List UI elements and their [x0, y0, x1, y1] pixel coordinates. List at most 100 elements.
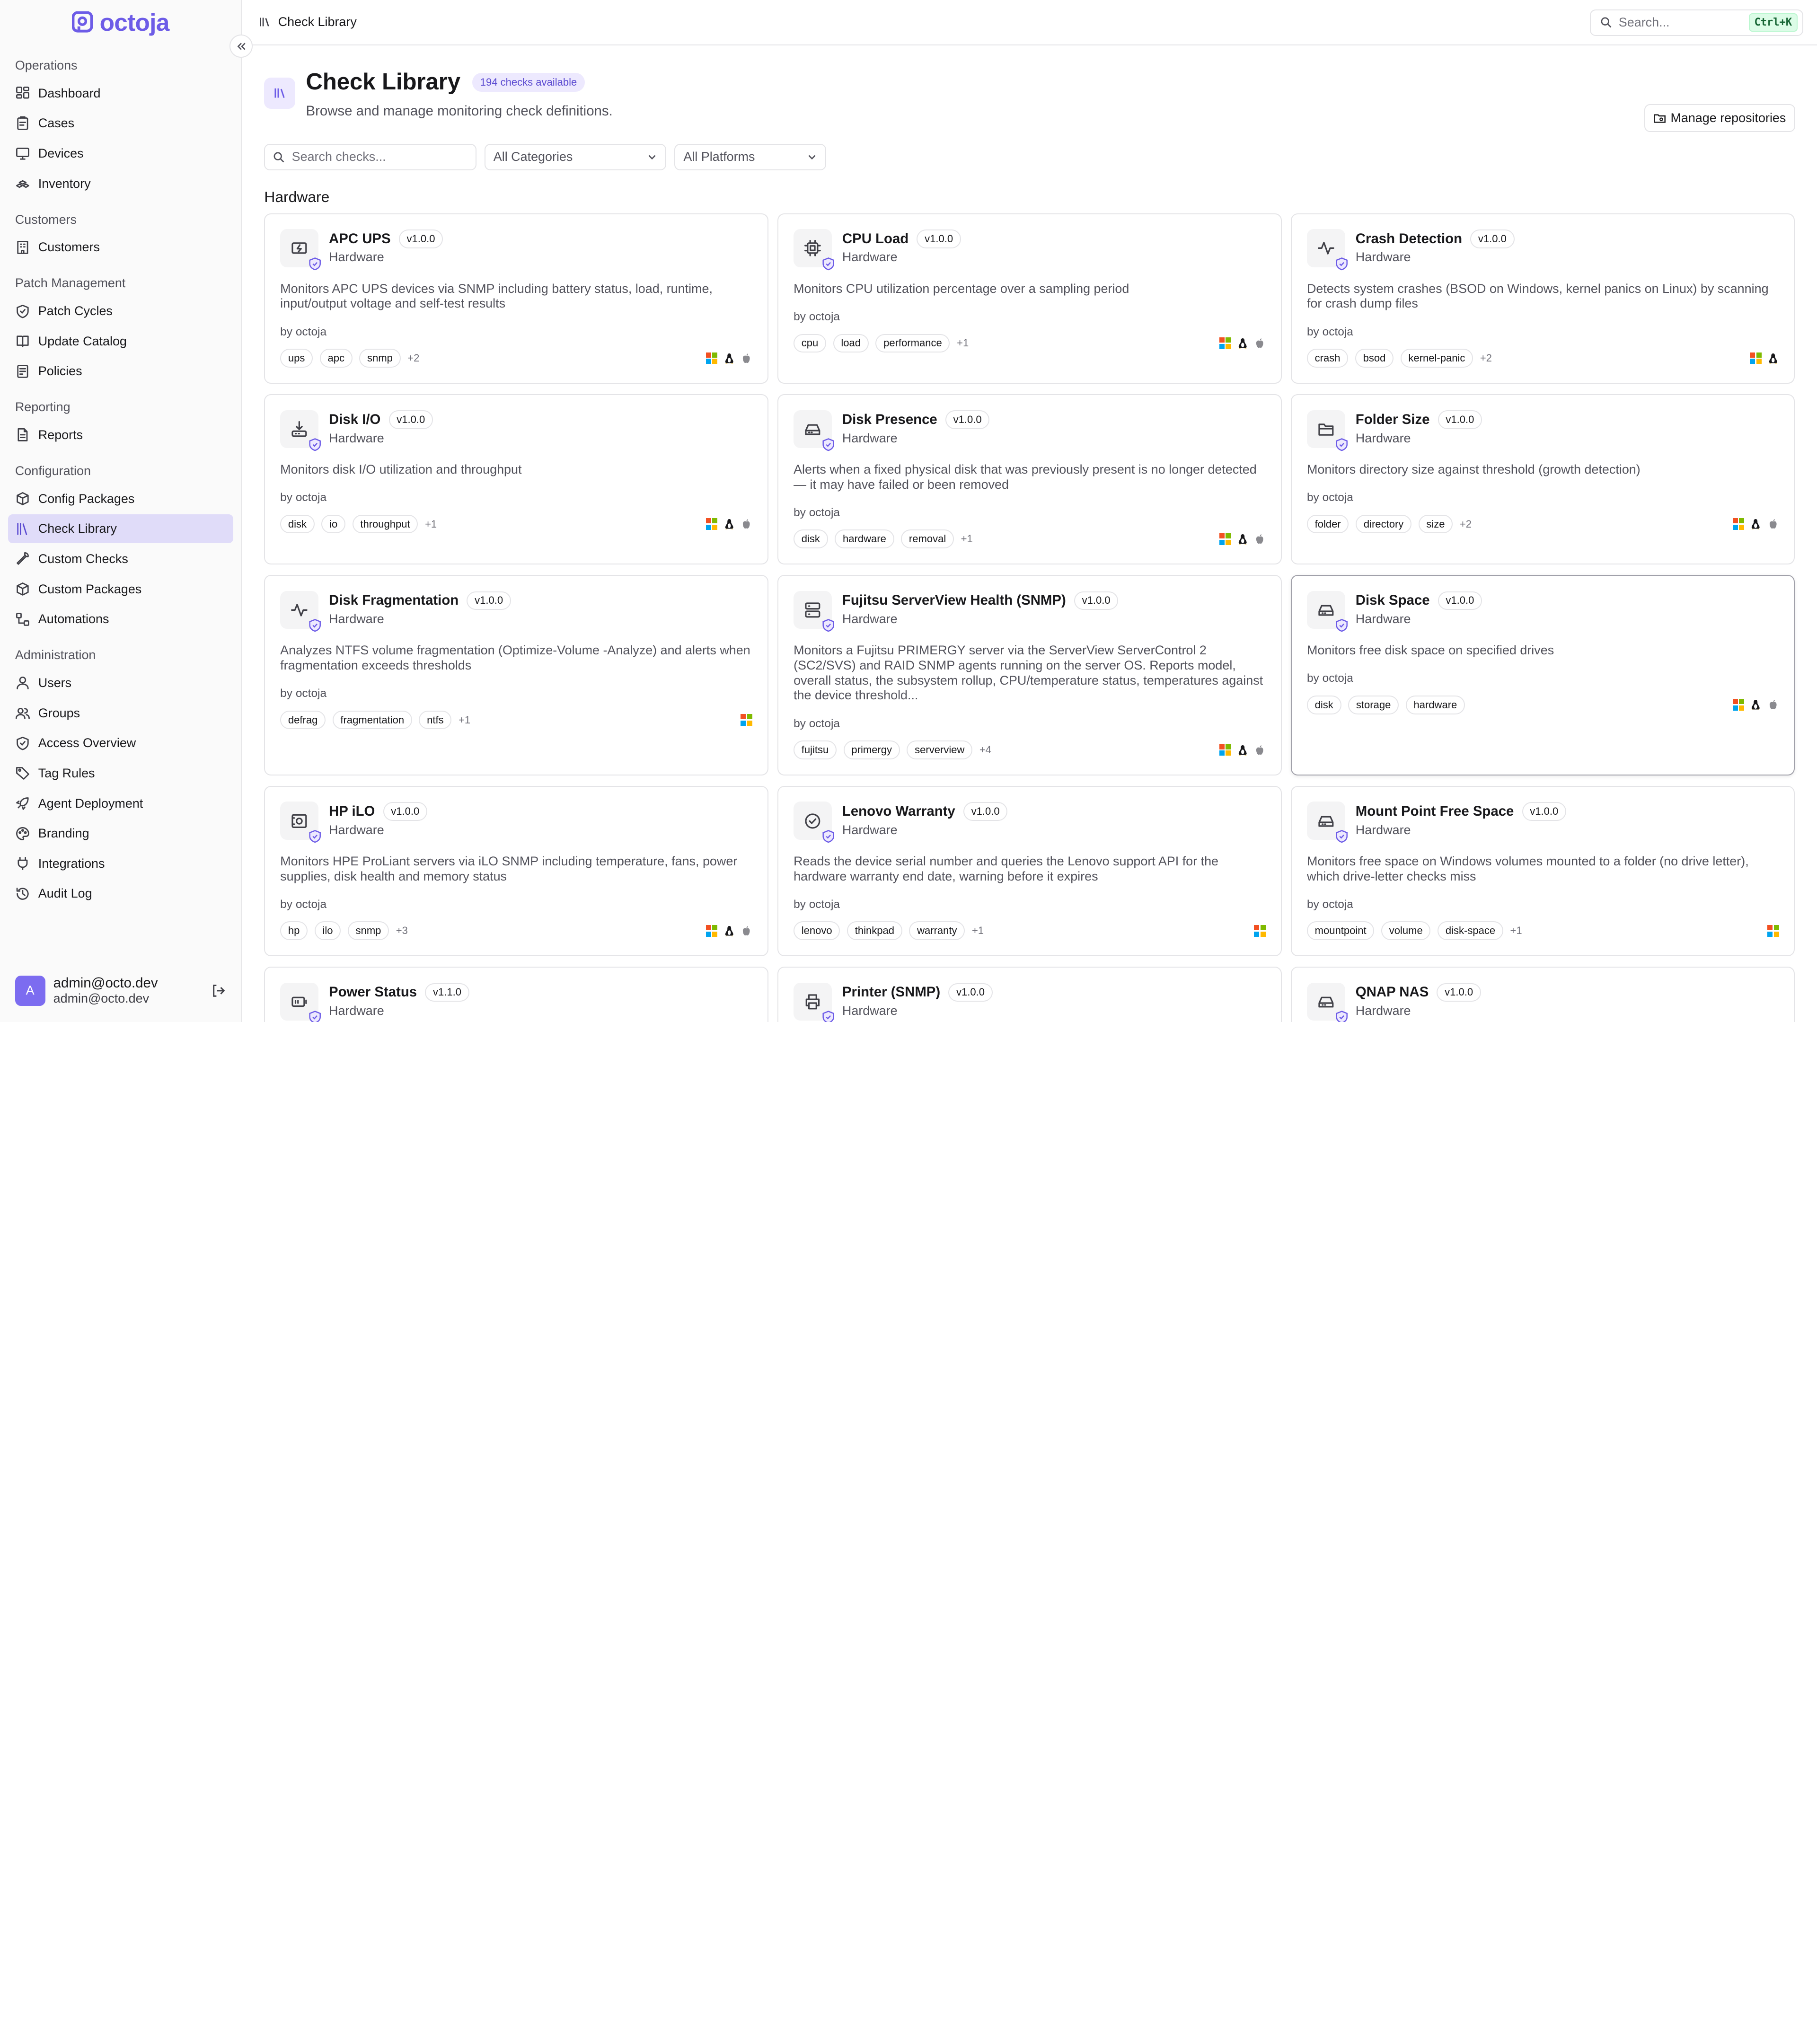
check-card-printer-snmp[interactable]: Printer (SNMP)v1.0.0HardwareMonitors a n…: [777, 966, 1282, 1022]
check-description: Alerts when a fixed physical disk that w…: [794, 462, 1257, 492]
sidebar-item-policies[interactable]: Policies: [8, 357, 233, 386]
check-tag[interactable]: throughput: [352, 514, 418, 534]
check-tag[interactable]: ntfs: [419, 710, 452, 730]
user-profile[interactable]: A admin@octo.dev admin@octo.dev: [15, 973, 226, 1008]
check-card-disk-space[interactable]: Disk Space v1.0.0 Hardware Monitors free di…: [1291, 574, 1795, 775]
check-card-folder-size[interactable]: Folder Size v1.0.0 Hardware Monitors direct…: [1291, 394, 1795, 564]
sidebar-item-automations[interactable]: Automations: [8, 605, 233, 634]
check-tag[interactable]: fragmentation: [332, 710, 412, 730]
check-tag[interactable]: ilo: [314, 921, 341, 941]
sidebar-item-tag-rules[interactable]: Tag Rules: [8, 759, 233, 788]
check-card-crash-detection[interactable]: Crash Detection v1.0.0 Hardware Detects sys…: [1291, 213, 1795, 384]
sidebar-item-check-library[interactable]: Check Library: [8, 514, 233, 544]
global-search-input[interactable]: Search... Ctrl+K: [1590, 9, 1803, 36]
check-tag[interactable]: hardware: [1405, 695, 1465, 714]
sidebar-item-customers[interactable]: Customers: [8, 233, 233, 262]
check-card-qnap-nas[interactable]: QNAP NASv1.0.0HardwareMonitors QNAP NAS …: [1291, 966, 1795, 1022]
hard-drive-icon: [805, 424, 820, 435]
sidebar-item-inventory[interactable]: Inventory: [8, 169, 233, 198]
check-tag[interactable]: load: [833, 334, 869, 353]
check-tag[interactable]: primergy: [843, 740, 900, 760]
sidebar-item-custom-packages[interactable]: Custom Packages: [8, 574, 233, 603]
check-tag[interactable]: hp: [280, 921, 308, 941]
check-card-power-status[interactable]: Power Statusv1.1.0HardwareMonitors UPS/b…: [264, 966, 768, 1022]
category-filter-value: All Categories: [493, 150, 573, 164]
octoja-logo-icon: [71, 11, 93, 33]
check-tag[interactable]: volume: [1381, 921, 1431, 941]
check-icon: [1306, 590, 1348, 632]
platform-filter-select[interactable]: All Platforms: [674, 143, 827, 170]
check-card-hp-ilo[interactable]: HP iLO v1.0.0 Hardware Monitors HPE ProLian…: [264, 785, 768, 956]
check-tag[interactable]: fujitsu: [794, 740, 837, 760]
sidebar-item-reports[interactable]: Reports: [8, 421, 233, 449]
sidebar-item-users[interactable]: Users: [8, 669, 233, 697]
sidebar-item-config-packages[interactable]: Config Packages: [8, 484, 233, 513]
workflow-icon: [16, 612, 29, 626]
breadcrumb[interactable]: Check Library: [278, 15, 357, 29]
check-tag[interactable]: size: [1418, 514, 1453, 534]
check-tag[interactable]: kernel-panic: [1400, 349, 1473, 368]
check-tag[interactable]: io: [321, 514, 345, 534]
check-tag[interactable]: ups: [280, 349, 313, 368]
sidebar-item-custom-checks[interactable]: Custom Checks: [8, 545, 233, 573]
sidebar-item-devices[interactable]: Devices: [8, 139, 233, 168]
checks-search-input[interactable]: Search checks...: [264, 143, 476, 170]
check-tag[interactable]: disk: [794, 529, 828, 549]
battery-icon: [291, 996, 307, 1007]
users-icon: [15, 708, 30, 719]
check-card-disk-i-o[interactable]: Disk I/O v1.0.0 Hardware Monitors disk I/O …: [264, 394, 768, 564]
check-card-disk-fragmentation[interactable]: Disk Fragmentation v1.0.0 Hardware Analyzes…: [264, 574, 768, 775]
check-tag[interactable]: warranty: [909, 921, 965, 941]
sidebar-item-groups[interactable]: Groups: [8, 698, 233, 727]
check-tag[interactable]: thinkpad: [847, 921, 902, 941]
check-tag[interactable]: defrag: [280, 710, 326, 730]
check-tag[interactable]: apc: [319, 349, 353, 368]
check-card-lenovo-warranty[interactable]: Lenovo Warranty v1.0.0 Hardware Reads the d…: [777, 785, 1282, 956]
check-tag[interactable]: bsod: [1355, 349, 1394, 368]
check-tag[interactable]: removal: [901, 529, 954, 549]
check-tag[interactable]: serverview: [907, 740, 973, 760]
check-name: Lenovo Warranty: [842, 803, 955, 819]
check-tag[interactable]: cpu: [794, 334, 826, 353]
sidebar-item-cases[interactable]: Cases: [8, 109, 233, 138]
check-tag[interactable]: hardware: [835, 529, 894, 549]
check-author: by octoja: [280, 491, 327, 504]
sidebar-item-update-catalog[interactable]: Update Catalog: [8, 326, 233, 355]
page-content: Check Library 194 checks available Brows…: [242, 68, 1817, 1022]
sidebar-item-access-overview[interactable]: Access Overview: [8, 729, 233, 758]
sidebar-item-branding[interactable]: Branding: [8, 819, 233, 848]
linux-icon: [725, 519, 733, 529]
check-tag[interactable]: snmp: [359, 349, 401, 368]
check-card-cpu-load[interactable]: CPU Load v1.0.0 Hardware Monitors CPU utili…: [777, 213, 1282, 384]
platform-icons: [1219, 337, 1266, 349]
check-tag[interactable]: performance: [875, 334, 950, 353]
check-card-mount-point-free-space[interactable]: Mount Point Free Space v1.0.0 Hardware Moni…: [1291, 785, 1795, 956]
check-tag[interactable]: folder: [1306, 514, 1349, 534]
check-icon: [280, 982, 321, 1022]
check-tag[interactable]: disk: [280, 514, 315, 534]
check-tag[interactable]: crash: [1306, 349, 1349, 368]
check-tag[interactable]: directory: [1356, 514, 1411, 534]
manage-repositories-button[interactable]: Manage repositories: [1644, 104, 1795, 132]
sidebar-item-label: Config Packages: [38, 491, 135, 506]
check-tag[interactable]: storage: [1348, 695, 1399, 714]
main-content: Check Library Search... Ctrl+K Check Lib…: [242, 0, 1817, 1022]
check-card-apc-ups[interactable]: APC UPS v1.0.0 Hardware Monitors APC UPS de…: [264, 213, 768, 384]
check-tag[interactable]: mountpoint: [1306, 921, 1375, 941]
check-tag[interactable]: snmp: [347, 921, 389, 941]
logout-icon[interactable]: [211, 983, 226, 998]
sidebar-item-agent-deployment[interactable]: Agent Deployment: [8, 789, 233, 818]
sidebar-item-dashboard[interactable]: Dashboard: [8, 79, 233, 108]
check-tag[interactable]: disk: [1306, 695, 1341, 714]
check-tag[interactable]: lenovo: [794, 921, 840, 941]
apple-icon: [743, 926, 750, 936]
brand-logo[interactable]: octoja: [0, 0, 241, 44]
sidebar-item-patch-cycles[interactable]: Patch Cycles: [8, 297, 233, 326]
check-card-fujitsu-serverview-health-snmp[interactable]: Fujitsu ServerView Health (SNMP) v1.0.0 Ha…: [777, 574, 1282, 775]
linux-icon: [725, 353, 733, 364]
check-tag[interactable]: disk-space: [1438, 921, 1503, 941]
category-filter-select[interactable]: All Categories: [484, 143, 667, 170]
sidebar-item-audit-log[interactable]: Audit Log: [8, 879, 233, 908]
check-card-disk-presence[interactable]: Disk Presence v1.0.0 Hardware Alerts when a…: [777, 394, 1282, 564]
sidebar-item-integrations[interactable]: Integrations: [8, 849, 233, 878]
